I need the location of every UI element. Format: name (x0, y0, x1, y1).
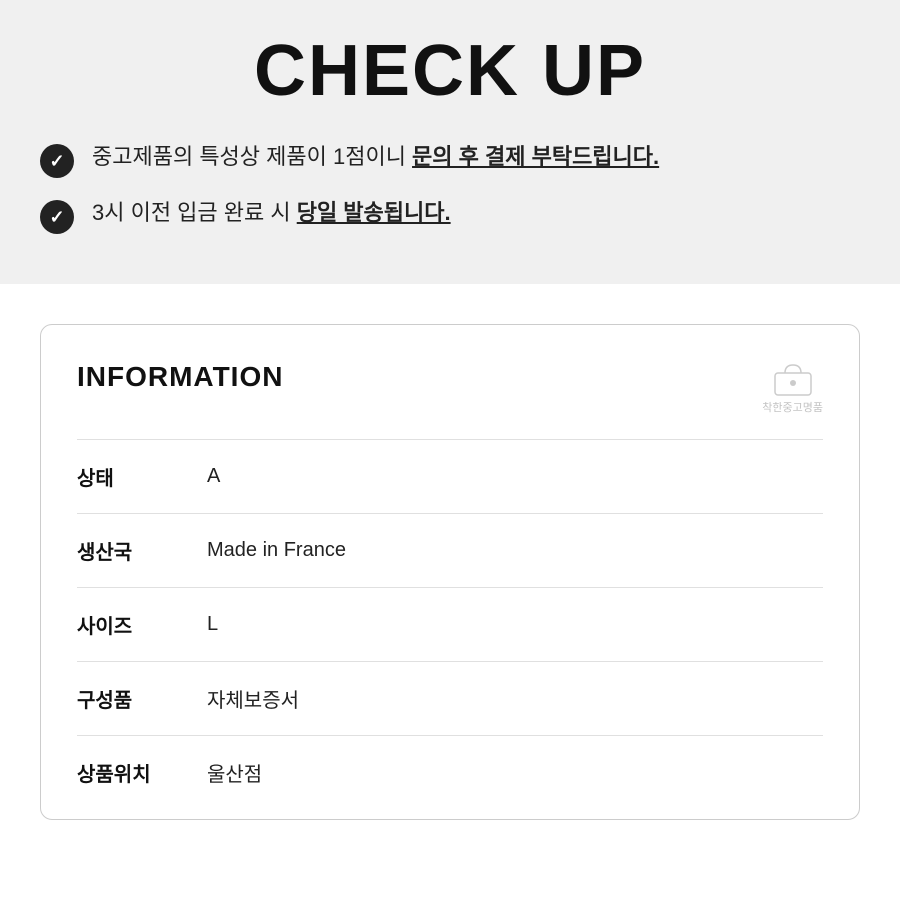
check-text-1: 중고제품의 특성상 제품이 1점이니 문의 후 결제 부탁드립니다. (92, 142, 659, 173)
checkmark-icon-2 (40, 200, 74, 234)
check-text-normal-2: 3시 이전 입금 완료 시 (92, 200, 297, 225)
value-country: Made in France (207, 539, 346, 562)
label-contents: 구성품 (77, 684, 207, 713)
value-contents: 자체보증서 (207, 684, 299, 713)
check-item-1: 중고제품의 특성상 제품이 1점이니 문의 후 결제 부탁드립니다. (40, 142, 860, 178)
value-size: L (207, 613, 218, 636)
label-location: 상품위치 (77, 758, 207, 787)
check-text-2: 3시 이전 입금 완료 시 당일 발송됩니다. (92, 198, 451, 229)
table-row: 생산국 Made in France (77, 513, 823, 587)
info-header: INFORMATION 착한중고명품 (77, 361, 823, 415)
table-row: 상품위치 울산점 (77, 735, 823, 809)
header-section: CHECK UP 중고제품의 특성상 제품이 1점이니 문의 후 결제 부탁드립… (0, 0, 900, 284)
value-condition: A (207, 465, 220, 488)
brand-logo-text: 착한중고명품 (762, 399, 823, 415)
checkmark-icon-1 (40, 144, 74, 178)
label-condition: 상태 (77, 462, 207, 491)
check-text-bold-2: 당일 발송됩니다. (297, 200, 451, 225)
table-row: 구성품 자체보증서 (77, 661, 823, 735)
value-location: 울산점 (207, 758, 262, 787)
brand-logo-icon (769, 361, 817, 397)
check-item-2: 3시 이전 입금 완료 시 당일 발송됩니다. (40, 198, 860, 234)
label-country: 생산국 (77, 536, 207, 565)
table-row: 상태 A (77, 439, 823, 513)
brand-logo: 착한중고명품 (762, 361, 823, 415)
check-text-bold-1: 문의 후 결제 부탁드립니다. (412, 144, 659, 169)
info-title: INFORMATION (77, 361, 283, 393)
check-text-normal-1: 중고제품의 특성상 제품이 1점이니 (92, 144, 412, 169)
content-section: INFORMATION 착한중고명품 상태 A 생산국 Made in Fran… (0, 284, 900, 860)
page-title: CHECK UP (40, 20, 860, 142)
table-row: 사이즈 L (77, 587, 823, 661)
info-card: INFORMATION 착한중고명품 상태 A 생산국 Made in Fran… (40, 324, 860, 820)
info-table: 상태 A 생산국 Made in France 사이즈 L 구성품 자체보증서 … (77, 439, 823, 809)
label-size: 사이즈 (77, 610, 207, 639)
